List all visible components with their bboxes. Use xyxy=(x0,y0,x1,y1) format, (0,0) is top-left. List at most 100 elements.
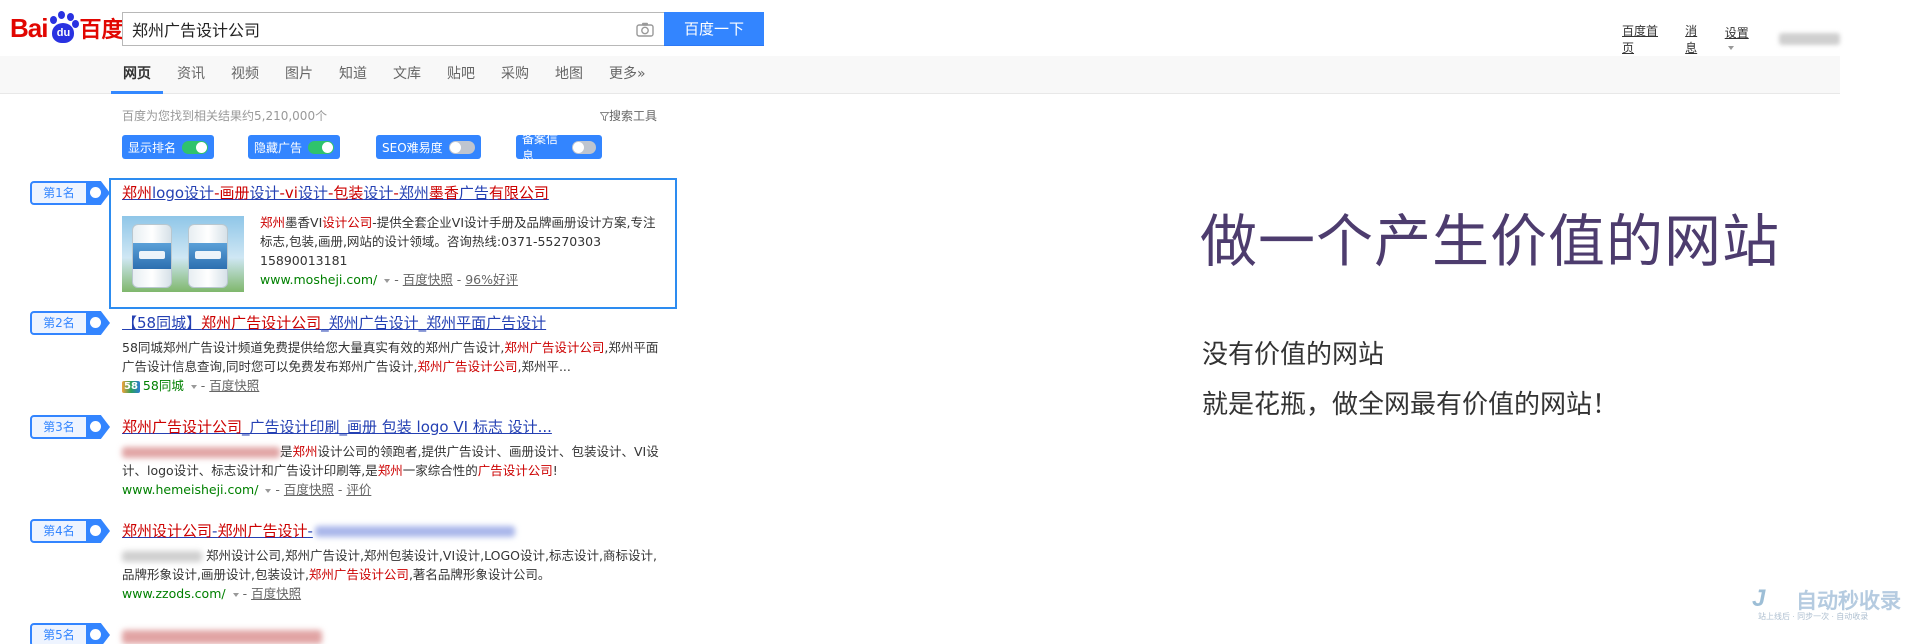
snapshot-link[interactable]: 百度快照 xyxy=(284,482,334,497)
tab-zhidao[interactable]: 知道 xyxy=(339,56,367,94)
result-abstract: 是郑州设计公司的领跑者,提供广告设计、画册设计、包装设计、VI设计、logo设计… xyxy=(122,444,659,478)
review-link[interactable]: 评价 xyxy=(346,482,371,497)
toggle-hide-ads[interactable]: 隐藏广告 xyxy=(248,135,341,159)
toggle-label: 隐藏广告 xyxy=(254,140,303,155)
blurred-text xyxy=(122,447,280,458)
result-meta: 58 58同城 - 百度快照 xyxy=(122,378,260,393)
rank-label: 第3名 xyxy=(30,415,88,439)
result-meta: www.hemeisheji.com/ - 百度快照 - 评价 xyxy=(122,482,372,497)
rank-label: 第4名 xyxy=(30,519,88,543)
rank-arrow-icon xyxy=(86,415,110,439)
search-button[interactable]: 百度一下 xyxy=(664,12,764,46)
result-title[interactable]: 郑州logo设计-画册设计-vi设计-包装设计-郑州墨香广告有限公司 xyxy=(122,184,549,202)
blurred-title[interactable] xyxy=(122,629,322,644)
rank-badge-3: 第3名 xyxy=(30,415,110,439)
rank-badge-1: 第1名 xyxy=(30,181,110,205)
tab-wenku[interactable]: 文库 xyxy=(393,56,421,94)
rank-label: 第2名 xyxy=(30,311,88,335)
user-name-blurred[interactable] xyxy=(1779,33,1840,45)
tab-more[interactable]: 更多» xyxy=(609,56,646,94)
blurred-title xyxy=(314,526,515,537)
search-tools-label: 搜索工具 xyxy=(609,109,658,123)
tab-map[interactable]: 地图 xyxy=(555,56,583,94)
rank-label: 第5名 xyxy=(30,623,88,644)
settings-label: 设置 xyxy=(1724,25,1749,40)
snapshot-link[interactable]: 百度快照 xyxy=(251,586,301,601)
result-meta: www.zzods.com/ - 百度快照 xyxy=(122,586,302,601)
search-input[interactable] xyxy=(123,13,664,45)
rank-arrow-icon xyxy=(86,519,110,543)
camera-icon[interactable] xyxy=(636,22,654,37)
toggle-label: SEO难易度 xyxy=(382,140,443,155)
watermark-subtitle: 站上线后 · 同步一次 · 自动收录 xyxy=(1758,612,1869,621)
search-result-4: 郑州设计公司-郑州广告设计- 郑州设计公司,郑州广告设计,郑州包装设计,VI设计… xyxy=(122,521,662,603)
paw-text: du xyxy=(52,23,75,43)
snapshot-link[interactable]: 百度快照 xyxy=(403,272,453,287)
search-tabs: 网页 资讯 视频 图片 知道 文库 贴吧 采购 地图 更多» xyxy=(111,56,672,94)
chevron-down-icon[interactable] xyxy=(384,278,391,283)
toggle-icp-info[interactable]: 备案信息 xyxy=(516,132,602,163)
chevron-down-icon xyxy=(1727,46,1734,50)
toggle-show-rank[interactable]: 显示排名 xyxy=(122,135,215,159)
messages-link[interactable]: 消息 xyxy=(1685,22,1709,56)
tab-news[interactable]: 资讯 xyxy=(177,56,205,94)
tagline-line-2: 就是花瓶，做全网最有价值的网站！ xyxy=(1202,390,1619,420)
baidu-home-link[interactable]: 百度首页 xyxy=(1622,22,1669,56)
tab-bar: 网页 资讯 视频 图片 知道 文库 贴吧 采购 地图 更多» xyxy=(0,56,1840,94)
top-links: 百度首页 消息 设置 xyxy=(1622,22,1840,56)
rank-badge-2: 第2名 xyxy=(30,311,110,335)
result-url[interactable]: www.mosheji.com/ xyxy=(260,272,377,287)
rank-arrow-icon xyxy=(86,181,110,205)
blurred-text xyxy=(122,551,202,562)
result-title[interactable]: 郑州广告设计公司_广告设计印刷_画册 包装 logo VI 标志 设计... xyxy=(122,418,552,436)
tab-video[interactable]: 视频 xyxy=(231,56,259,94)
chevron-down-icon[interactable] xyxy=(232,592,239,597)
switch-on[interactable] xyxy=(308,140,335,154)
seo-toggles: 显示排名 隐藏广告 SEO难易度 备案信息 xyxy=(122,132,602,163)
tagline-line-1: 没有价值的网站 xyxy=(1202,340,1385,370)
paw-icon: du xyxy=(48,11,80,45)
rank-badge-5: 第5名 xyxy=(30,623,110,644)
watermark-logo-icon: J xyxy=(1752,585,1766,612)
result-abstract: 郑州墨香VI设计公司-提供全套企业VI设计手册及品牌画册设计方案,专注标志,包装… xyxy=(260,215,656,268)
rank-label: 第1名 xyxy=(30,181,88,205)
rating-link[interactable]: 96%好评 xyxy=(465,272,518,287)
chevron-down-icon[interactable] xyxy=(265,488,272,493)
switch-off[interactable] xyxy=(448,140,475,154)
result-title[interactable]: 郑州设计公司-郑州广告设计- xyxy=(122,522,313,540)
result-abstract: 郑州设计公司,郑州广告设计,郑州包装设计,VI设计,LOGO设计,标志设计,商标… xyxy=(122,548,657,582)
settings-link[interactable]: 设置 xyxy=(1725,24,1757,55)
tab-caigou[interactable]: 采购 xyxy=(501,56,529,94)
filter-icon xyxy=(599,112,610,122)
result-title[interactable]: 【58同城】郑州广告设计公司_郑州广告设计_郑州平面广告设计 xyxy=(122,314,546,332)
rank-arrow-icon xyxy=(86,311,110,335)
switch-on[interactable] xyxy=(182,140,209,154)
toggle-label: 显示排名 xyxy=(128,140,177,155)
result-url[interactable]: www.zzods.com/ xyxy=(122,586,226,601)
baidu-logo[interactable]: Bai du 百度 xyxy=(10,8,123,48)
result-source[interactable]: 58同城 xyxy=(143,378,184,393)
snapshot-link[interactable]: 百度快照 xyxy=(209,378,259,393)
toggle-label: 备案信息 xyxy=(522,132,559,163)
search-tools-link[interactable]: 搜索工具 xyxy=(599,107,658,124)
search-result-5 xyxy=(122,626,662,644)
search-result-2: 【58同城】郑州广告设计公司_郑州广告设计_郑州平面广告设计 58同城郑州广告设… xyxy=(122,313,662,395)
switch-off[interactable] xyxy=(572,140,596,154)
58-logo-icon: 58 xyxy=(122,380,140,393)
tab-images[interactable]: 图片 xyxy=(285,56,313,94)
result-thumbnail-image[interactable] xyxy=(122,216,244,292)
toggle-seo-difficulty[interactable]: SEO难易度 xyxy=(376,135,481,159)
result-abstract: 58同城郑州广告设计频道免费提供给您大量真实有效的郑州广告设计,郑州广告设计公司… xyxy=(122,340,659,374)
logo-latin: Bai xyxy=(10,12,48,43)
rank-badge-4: 第4名 xyxy=(30,519,110,543)
top-bar: Bai du 百度 百度一下 百度首页 消息 设置 xyxy=(0,0,1840,56)
chevron-down-icon[interactable] xyxy=(190,384,197,389)
result-count: 百度为您找到相关结果约5,210,000个 xyxy=(122,109,328,123)
result-url[interactable]: www.hemeisheji.com/ xyxy=(122,482,258,497)
slogan-heading: 做一个产生价值的网站 xyxy=(1200,209,1780,275)
tab-tieba[interactable]: 贴吧 xyxy=(447,56,475,94)
result-meta: www.mosheji.com/ - 百度快照 - 96%好评 xyxy=(260,272,519,287)
search-result-3: 郑州广告设计公司_广告设计印刷_画册 包装 logo VI 标志 设计... 是… xyxy=(122,417,662,499)
logo-chinese: 百度 xyxy=(79,18,124,43)
tab-web[interactable]: 网页 xyxy=(111,56,163,94)
